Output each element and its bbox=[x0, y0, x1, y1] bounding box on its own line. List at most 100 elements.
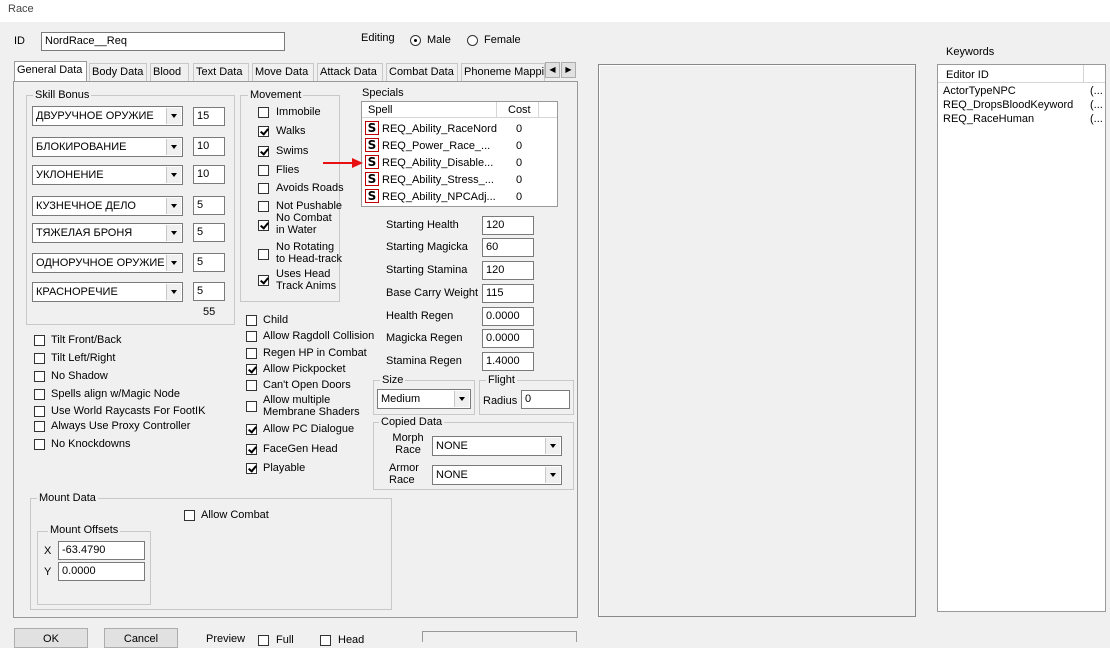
y-offset-input[interactable]: 0.0000 bbox=[58, 562, 145, 581]
spells-align-checkbox[interactable] bbox=[34, 389, 45, 400]
list-item[interactable]: ActorTypeNPC (... bbox=[938, 85, 1105, 99]
facegen-head-checkbox[interactable] bbox=[246, 444, 257, 455]
walks-checkbox[interactable] bbox=[258, 126, 269, 137]
no-knockdowns-checkbox[interactable] bbox=[34, 439, 45, 450]
starting-health-input[interactable]: 120 bbox=[482, 216, 534, 235]
skill-value-3[interactable]: 10 bbox=[193, 165, 225, 184]
allow-pc-dialogue-checkbox[interactable] bbox=[246, 424, 257, 435]
avoids-roads-checkbox[interactable] bbox=[258, 183, 269, 194]
list-item[interactable]: S REQ_Ability_RaceNord 0 bbox=[362, 120, 557, 137]
ragdoll-collision-checkbox[interactable] bbox=[246, 331, 257, 342]
list-item[interactable]: S REQ_Ability_NPCAdj... 0 bbox=[362, 188, 557, 205]
allow-combat-checkbox[interactable] bbox=[184, 510, 195, 521]
starting-stamina-input[interactable]: 120 bbox=[482, 261, 534, 280]
no-combat-in-water-checkbox[interactable] bbox=[258, 220, 269, 231]
keywords-list[interactable]: Editor ID ActorTypeNPC (... REQ_DropsBlo… bbox=[937, 64, 1106, 612]
skill-select-2[interactable]: БЛОКИРОВАНИЕ bbox=[32, 137, 183, 157]
tab-scroll-right-button[interactable]: ▶ bbox=[561, 62, 576, 78]
skill-select-1[interactable]: ДВУРУЧНОЕ ОРУЖИЕ bbox=[32, 106, 183, 126]
uses-head-track-checkbox[interactable] bbox=[258, 275, 269, 286]
skill-bonus-total: 55 bbox=[203, 306, 216, 318]
skill-value-5[interactable]: 5 bbox=[193, 223, 225, 242]
no-rotating-checkbox[interactable] bbox=[258, 249, 269, 260]
column-divider bbox=[538, 102, 539, 118]
skill-value-2[interactable]: 10 bbox=[193, 137, 225, 156]
spell-icon: S bbox=[365, 155, 379, 169]
ok-button[interactable]: OK bbox=[14, 628, 88, 648]
membrane-shaders-label: Allow multiple Membrane Shaders bbox=[263, 394, 360, 418]
flight-label: Flight bbox=[486, 374, 517, 386]
skill-select-7[interactable]: КРАСНОРЕЧИЕ bbox=[32, 282, 183, 302]
list-item[interactable]: S REQ_Ability_Stress_... 0 bbox=[362, 171, 557, 188]
not-pushable-label: Not Pushable bbox=[276, 200, 343, 212]
copied-data-label: Copied Data bbox=[379, 416, 445, 428]
tilt-left-right-checkbox[interactable] bbox=[34, 353, 45, 364]
editor-id-column-header[interactable]: Editor ID bbox=[946, 69, 989, 81]
tab-combat-data[interactable]: Combat Data bbox=[386, 63, 458, 81]
starting-magicka-input[interactable]: 60 bbox=[482, 238, 534, 257]
cost-column-header[interactable]: Cost bbox=[508, 104, 531, 116]
regen-hp-checkbox[interactable] bbox=[246, 348, 257, 359]
skill-select-6[interactable]: ОДНОРУЧНОЕ ОРУЖИЕ bbox=[32, 253, 183, 273]
spell-column-header[interactable]: Spell bbox=[368, 104, 392, 116]
size-label: Size bbox=[380, 374, 406, 386]
list-item[interactable]: REQ_DropsBloodKeyword (... bbox=[938, 99, 1105, 113]
full-checkbox[interactable] bbox=[258, 635, 269, 646]
world-raycasts-checkbox[interactable] bbox=[34, 406, 45, 417]
base-carry-weight-label: Base Carry Weight bbox=[386, 287, 479, 299]
magicka-regen-input[interactable]: 0.0000 bbox=[482, 329, 534, 348]
skill-value-7[interactable]: 5 bbox=[193, 282, 225, 301]
membrane-shaders-checkbox[interactable] bbox=[246, 401, 257, 412]
specials-list[interactable]: Spell Cost S REQ_Ability_RaceNord 0 S RE… bbox=[361, 101, 558, 207]
tab-phoneme-mapping[interactable]: Phoneme Mappi bbox=[461, 63, 545, 81]
armor-race-select[interactable]: NONE bbox=[432, 465, 562, 485]
tab-body-data[interactable]: Body Data bbox=[89, 63, 147, 81]
health-regen-input[interactable]: 0.0000 bbox=[482, 307, 534, 326]
radius-input[interactable]: 0 bbox=[521, 390, 570, 409]
list-item[interactable]: REQ_RaceHuman (... bbox=[938, 113, 1105, 127]
regen-hp-label: Regen HP in Combat bbox=[263, 347, 367, 359]
female-radio[interactable] bbox=[467, 35, 478, 46]
tab-scroll-left-button[interactable]: ◀ bbox=[545, 62, 560, 78]
allow-pickpocket-checkbox[interactable] bbox=[246, 364, 257, 375]
skill-select-5[interactable]: ТЯЖЕЛАЯ БРОНЯ bbox=[32, 223, 183, 243]
x-offset-input[interactable]: -63.4790 bbox=[58, 541, 145, 560]
tilt-front-back-checkbox[interactable] bbox=[34, 335, 45, 346]
tab-blood[interactable]: Blood bbox=[150, 63, 189, 81]
base-carry-weight-input[interactable]: 115 bbox=[482, 284, 534, 303]
column-divider bbox=[496, 102, 497, 118]
immobile-checkbox[interactable] bbox=[258, 107, 269, 118]
child-checkbox[interactable] bbox=[246, 315, 257, 326]
id-input[interactable]: NordRace__Req bbox=[41, 32, 285, 51]
full-label: Full bbox=[276, 634, 294, 646]
skill-select-3[interactable]: УКЛОНЕНИЕ bbox=[32, 165, 183, 185]
size-select[interactable]: Medium bbox=[377, 389, 471, 409]
cant-open-doors-checkbox[interactable] bbox=[246, 380, 257, 391]
tab-attack-data[interactable]: Attack Data bbox=[317, 63, 383, 81]
chevron-down-icon bbox=[454, 391, 469, 407]
not-pushable-checkbox[interactable] bbox=[258, 201, 269, 212]
male-radio[interactable] bbox=[410, 35, 421, 46]
flies-checkbox[interactable] bbox=[258, 165, 269, 176]
skill-value-4[interactable]: 5 bbox=[193, 196, 225, 215]
tab-move-data[interactable]: Move Data bbox=[252, 63, 314, 81]
skill-value-6[interactable]: 5 bbox=[193, 253, 225, 272]
skill-value-1[interactable]: 15 bbox=[193, 107, 225, 126]
tab-general-data[interactable]: General Data bbox=[14, 61, 87, 82]
skill-select-4[interactable]: КУЗНЕЧНОЕ ДЕЛО bbox=[32, 196, 183, 216]
proxy-controller-checkbox[interactable] bbox=[34, 421, 45, 432]
playable-checkbox[interactable] bbox=[246, 463, 257, 474]
tab-text-data[interactable]: Text Data bbox=[193, 63, 249, 81]
list-item[interactable]: S REQ_Ability_Disable... 0 bbox=[362, 154, 557, 171]
list-item[interactable]: S REQ_Power_Race_... 0 bbox=[362, 137, 557, 154]
arrow-right-icon: ▶ bbox=[565, 65, 572, 74]
preview-panel[interactable] bbox=[598, 64, 916, 617]
armor-race-label: Armor Race bbox=[389, 462, 419, 486]
swims-checkbox[interactable] bbox=[258, 146, 269, 157]
morph-race-select[interactable]: NONE bbox=[432, 436, 562, 456]
head-checkbox[interactable] bbox=[320, 635, 331, 646]
cancel-button[interactable]: Cancel bbox=[104, 628, 178, 648]
no-shadow-checkbox[interactable] bbox=[34, 371, 45, 382]
chevron-down-icon bbox=[545, 438, 560, 454]
stamina-regen-input[interactable]: 1.4000 bbox=[482, 352, 534, 371]
